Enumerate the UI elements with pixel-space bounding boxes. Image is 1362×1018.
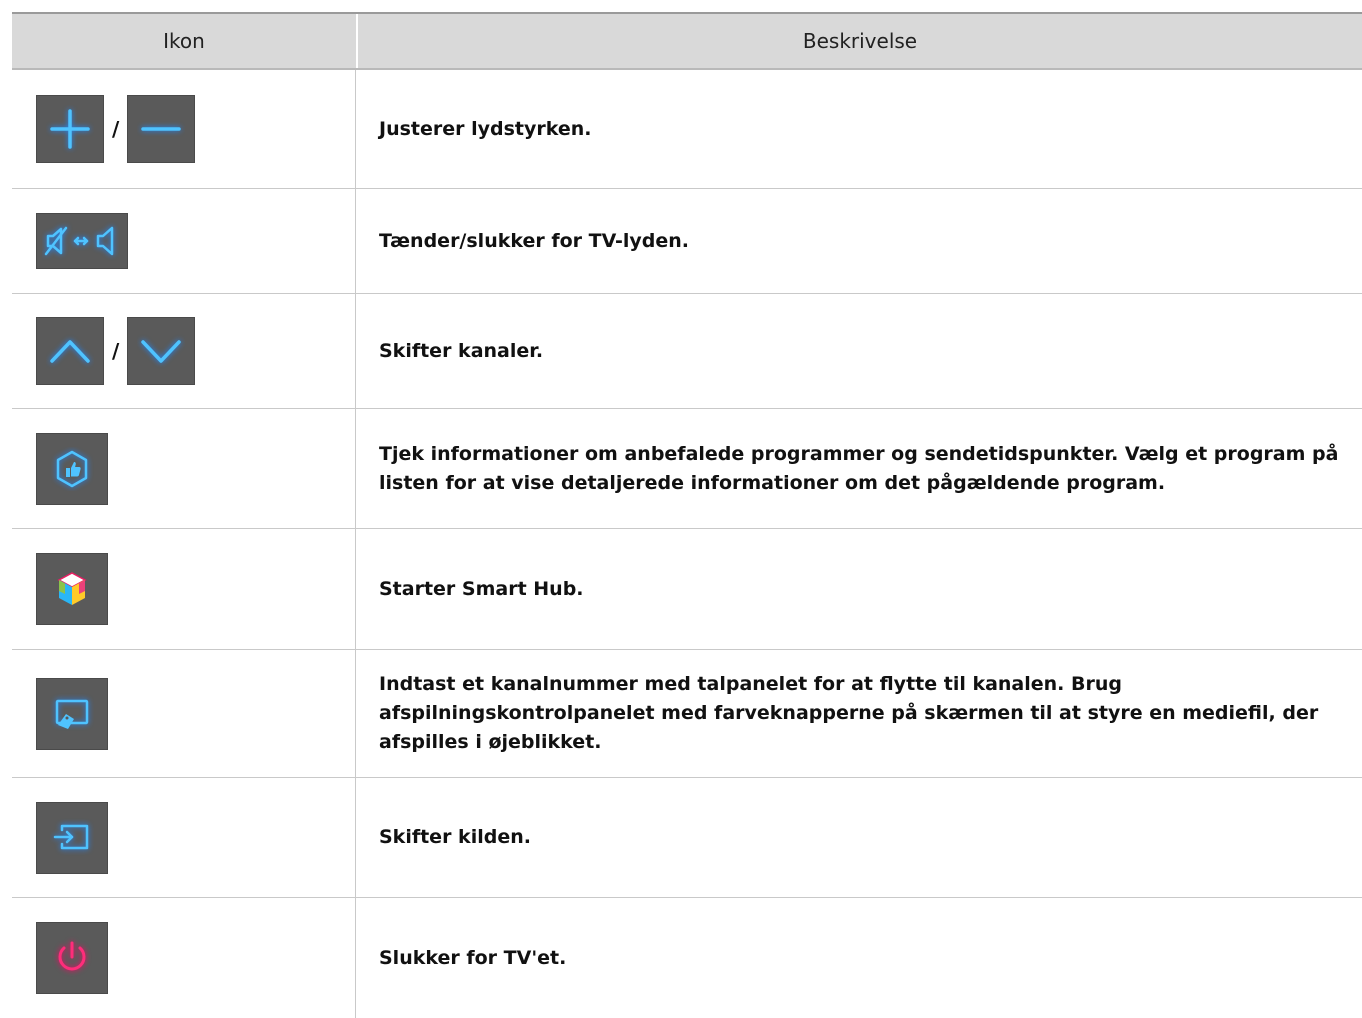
source-icon[interactable] [36,801,108,874]
icon-cell: / [12,70,356,188]
recommended-icon[interactable] [36,432,108,505]
table-row: Starter Smart Hub. [12,529,1362,650]
header-description-col: Beskrivelse [802,29,918,53]
header-icon-col: Ikon [12,14,358,68]
plus-icon[interactable] [36,95,104,163]
table-row: / Skifter kanaler. [12,294,1362,409]
table-row: / Justerer lydstyrken. [12,70,1362,189]
description-cell: Tænder/slukker for TV-lyden. [379,229,689,252]
icon-cell [12,189,356,293]
icon-separator: / [112,117,120,141]
icon-cell [12,650,356,777]
description-cell: Starter Smart Hub. [379,577,584,600]
description-cell: Slukker for TV'et. [379,946,567,969]
table-row: Skifter kilden. [12,778,1362,898]
mute-toggle-icon[interactable] [36,213,128,269]
chevron-up-icon[interactable] [36,317,104,385]
table-row: Tjek informationer om anbefalede program… [12,409,1362,529]
minus-icon[interactable] [127,95,196,163]
smart-hub-icon[interactable] [36,553,108,625]
description-cell: Skifter kilden. [379,826,531,848]
description-cell: Tjek informationer om anbefalede program… [379,442,1339,494]
table-header: Ikon Beskrivelse [12,14,1362,70]
icon-cell: / [12,294,356,408]
table-row: Indtast et kanalnummer med talpanelet fo… [12,650,1362,778]
icon-cell [12,778,356,897]
chevron-down-icon[interactable] [127,317,196,385]
keypad-icon[interactable] [36,677,108,750]
icon-cell [12,898,356,1018]
description-cell: Indtast et kanalnummer med talpanelet fo… [379,673,1319,753]
table-row: Tænder/slukker for TV-lyden. [12,189,1362,294]
description-cell: Justerer lydstyrken. [379,117,592,140]
icon-cell [12,529,356,649]
table-row: Slukker for TV'et. [12,898,1362,1018]
icon-separator: / [112,339,120,363]
icon-cell [12,409,356,528]
description-cell: Skifter kanaler. [379,339,544,362]
power-icon[interactable] [36,922,108,994]
icon-table: Ikon Beskrivelse / Justerer lydstyrken. [12,12,1362,1018]
